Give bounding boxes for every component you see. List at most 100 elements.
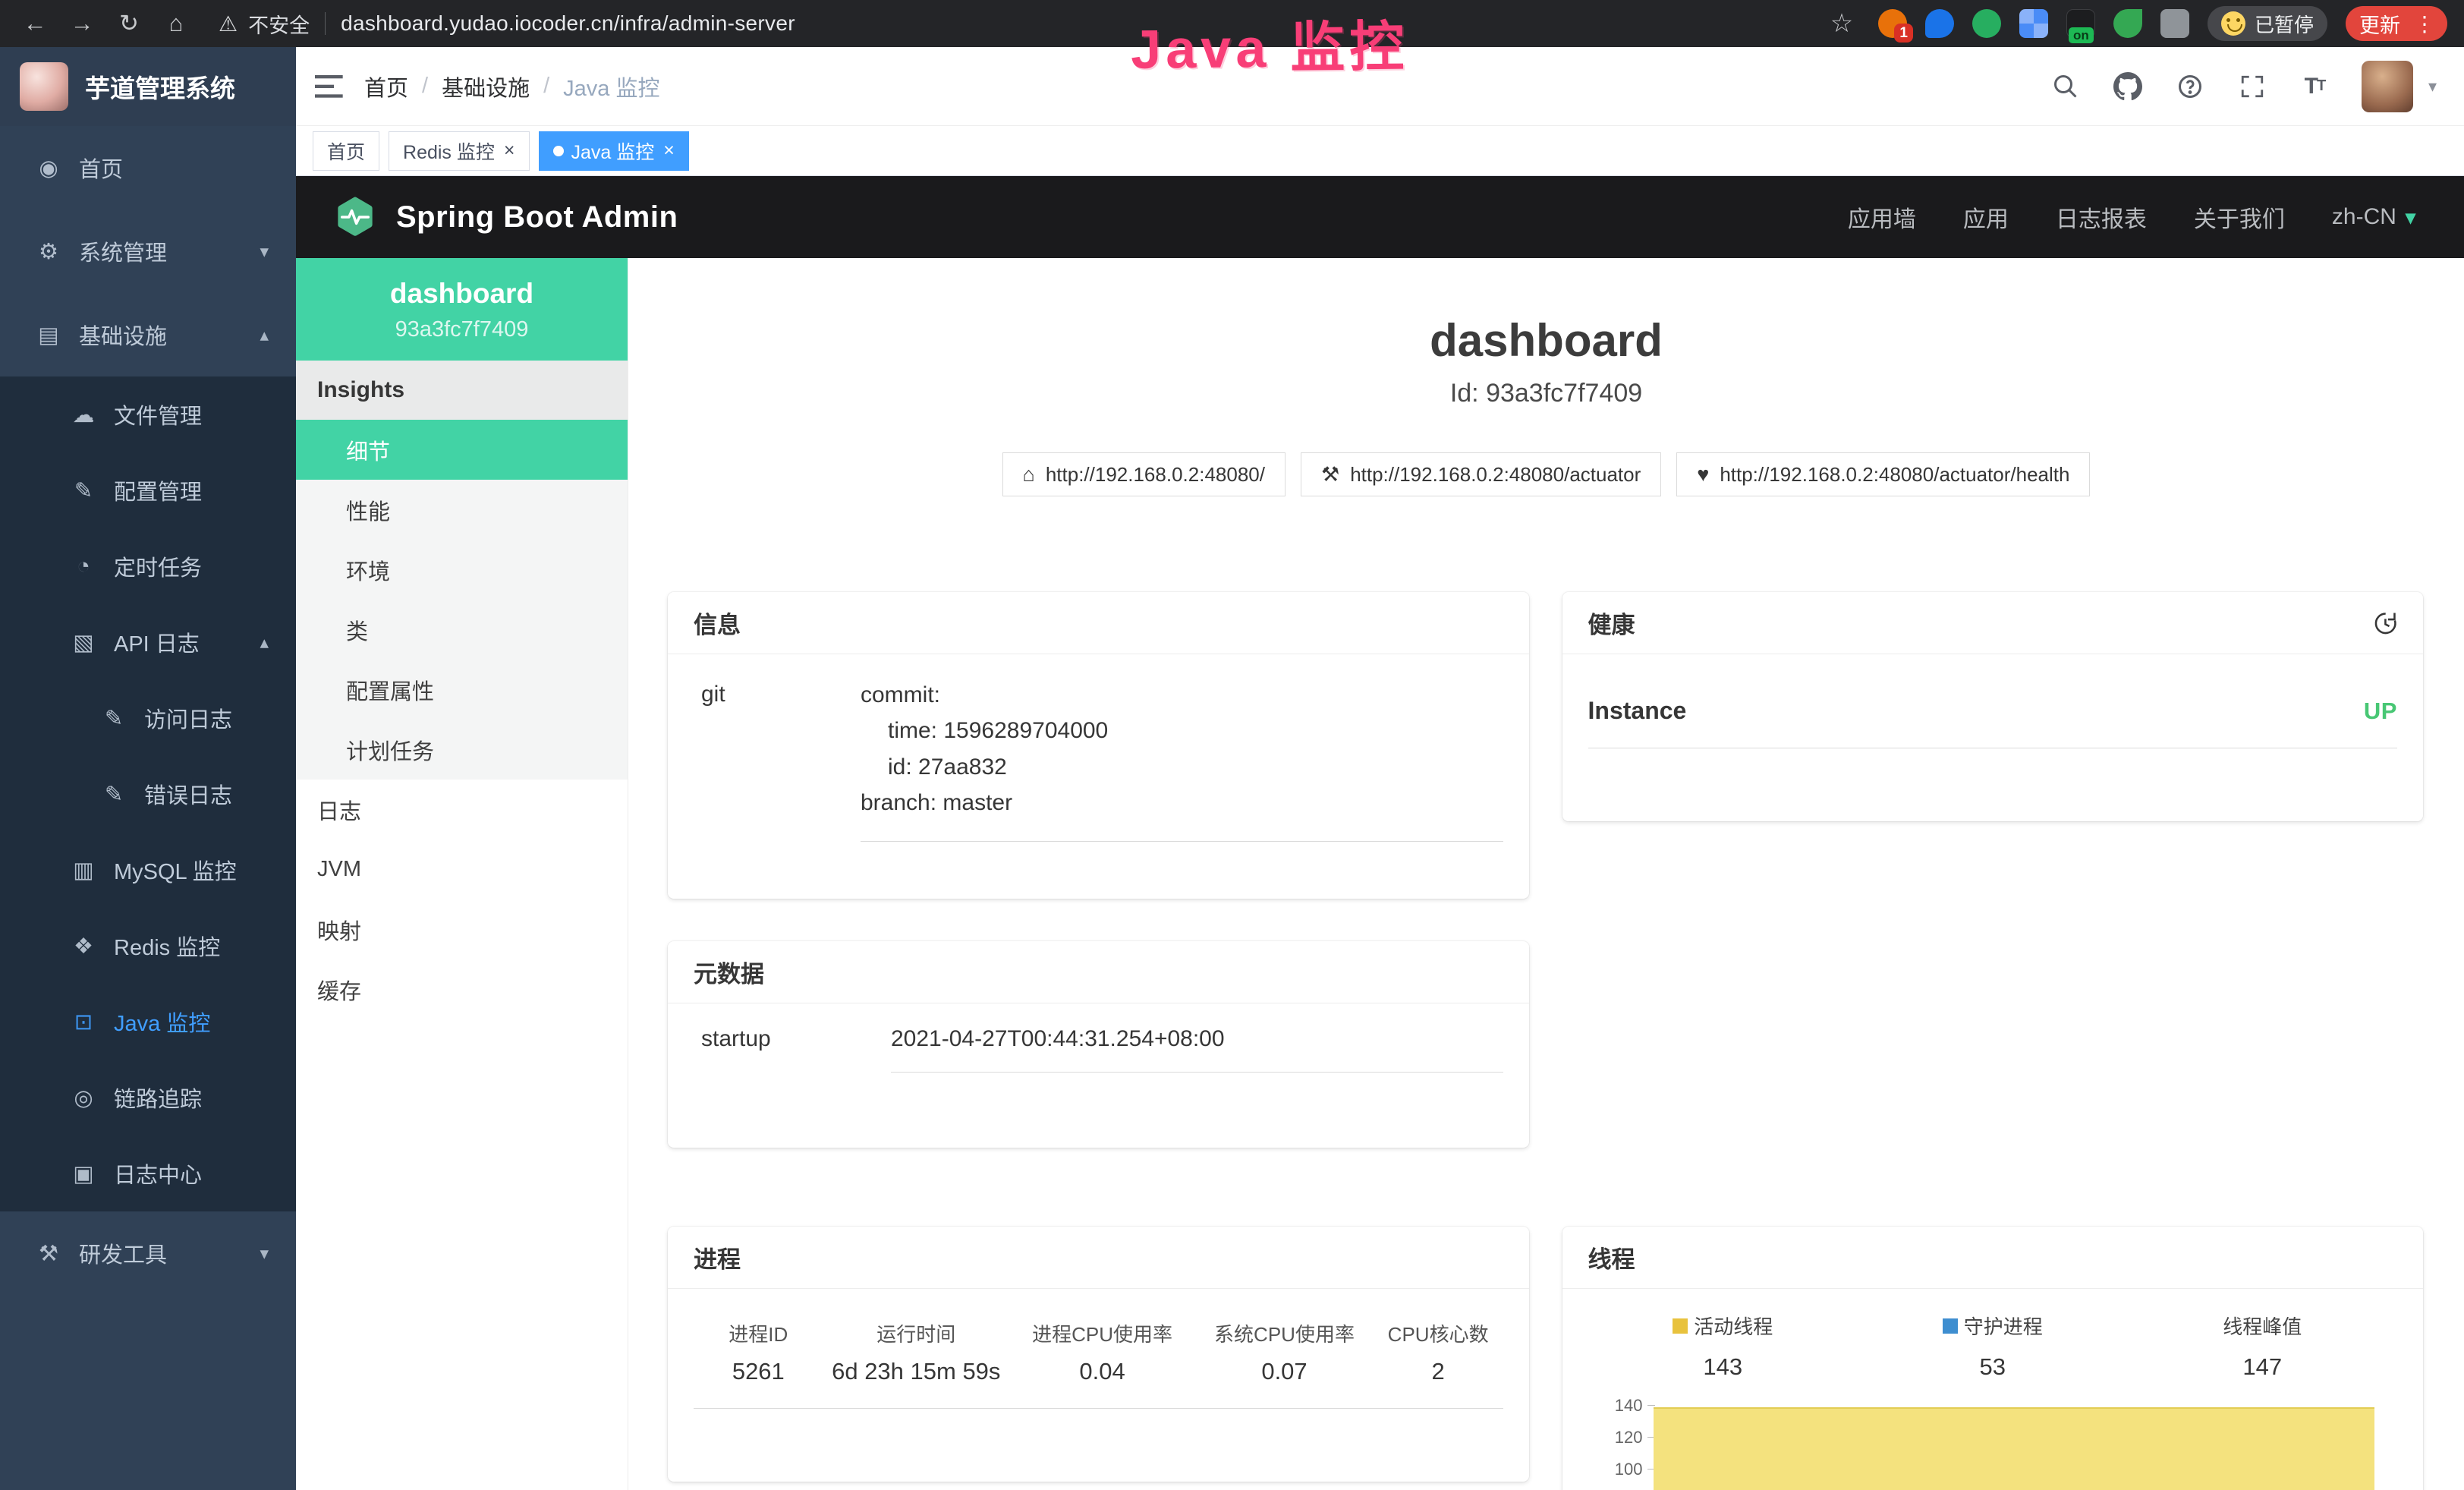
database-icon: ▥ [70,857,97,884]
y-tick: 120 [1615,1429,1643,1461]
sidebar-item-error-log[interactable]: ✎错误日志 [0,756,296,832]
sidebar-item-config[interactable]: ✎配置管理 [0,452,296,528]
sba-brand[interactable]: Spring Boot Admin [334,196,678,238]
sidebar-item-redis[interactable]: ❖Redis 监控 [0,908,296,984]
avatar-caret-icon[interactable]: ▾ [2428,77,2437,96]
sidebar-item-file[interactable]: ☁文件管理 [0,376,296,452]
sidebar-item-devtools[interactable]: ⚒研发工具▾ [0,1211,296,1295]
home-icon: ⌂ [1023,463,1035,487]
tab-java-monitor[interactable]: Java 监控× [539,131,689,171]
heart-icon: ♥ [1697,463,1709,487]
close-icon[interactable]: × [504,141,515,160]
sba-nav-about[interactable]: 关于我们 [2194,200,2285,234]
legend-label: 线程峰值 [2223,1312,2302,1340]
sba-item-metrics[interactable]: 性能 [296,480,628,540]
cloud-upload-icon: ☁ [70,402,97,428]
sidebar-item-job[interactable]: ◔定时任务 [0,528,296,604]
sba-item-environment[interactable]: 环境 [296,540,628,600]
breadcrumb-section[interactable]: 基础设施 [442,71,530,102]
sba-nav-applications[interactable]: 应用 [1963,200,2009,234]
actuator-url-link[interactable]: ⚒http://192.168.0.2:48080/actuator [1301,452,1661,496]
extension-icon-dark[interactable]: on [2066,9,2095,38]
sba-item-scheduled-tasks[interactable]: 计划任务 [296,720,628,780]
extension-icon-puzzle[interactable] [2160,9,2189,38]
breadcrumb-home[interactable]: 首页 [364,71,408,102]
cards-left-column: 信息 git commit: time: 1596289704000 id: 2… [668,592,1529,1482]
tab-home[interactable]: 首页 [313,131,379,171]
card-header: 健康 [1562,592,2424,654]
url-text[interactable]: dashboard.yudao.iocoder.cn/infra/admin-s… [341,11,795,36]
hamburger-icon[interactable] [296,47,364,126]
sidebar-item-infra[interactable]: ▤基础设施▴ [0,293,296,376]
service-url-link[interactable]: ⌂http://192.168.0.2:48080/ [1002,452,1285,496]
locale-label: zh-CN [2332,204,2396,230]
font-size-icon[interactable]: TT [2299,71,2330,102]
address-bar[interactable]: ⚠ 不安全 dashboard.yudao.iocoder.cn/infra/a… [219,9,795,39]
extension-icon-leaf[interactable] [2113,9,2142,38]
sidebar-item-mysql[interactable]: ▥MySQL 监控 [0,832,296,908]
reload-icon[interactable]: ↻ [111,5,147,42]
extension-icon-drop[interactable] [1925,9,1954,38]
legend-swatch-blue [1943,1318,1958,1334]
sba-item-jvm[interactable]: JVM [296,840,628,899]
extension-icon-green-circle[interactable] [1972,9,2001,38]
menu-label: 配置管理 [114,474,202,506]
forward-icon[interactable]: → [64,5,100,42]
sidebar-item-home[interactable]: ◉首页 [0,126,296,209]
update-button[interactable]: 更新 ⋮ [2346,6,2447,41]
breadcrumb-separator: / [422,74,428,99]
bookmark-star-icon[interactable]: ☆ [1824,5,1860,42]
help-icon[interactable] [2175,71,2205,102]
sba-logo-icon [334,196,376,238]
health-instance-row[interactable]: Instance UP [1588,677,2398,748]
sba-nav-journal[interactable]: 日志报表 [2056,200,2147,234]
sidebar-item-api-log[interactable]: ▧API 日志▴ [0,604,296,680]
sba-item-caches[interactable]: 缓存 [296,959,628,1019]
home-icon[interactable]: ⌂ [158,5,194,42]
sidebar-item-system[interactable]: ⚙系统管理▾ [0,209,296,293]
sba-item-mappings[interactable]: 映射 [296,899,628,959]
process-table-header: 进程ID 运行时间 进程CPU使用率 系统CPU使用率 CPU核心数 [694,1312,1503,1358]
sidebar-item-java[interactable]: ⊡Java 监控 [0,984,296,1060]
sba-item-classes[interactable]: 类 [296,600,628,660]
sba-nav-wallboard[interactable]: 应用墙 [1848,200,1916,234]
fullscreen-icon[interactable] [2237,71,2267,102]
address-divider [325,12,326,35]
process-card: 进程 进程ID 运行时间 进程CPU使用率 系统CPU使用率 CPU核心数 52… [668,1227,1529,1482]
chevron-down-icon: ▾ [260,1243,269,1264]
dashboard-icon: ◉ [35,155,62,181]
user-avatar[interactable] [2362,61,2413,112]
y-tick: 100 [1615,1461,1643,1490]
info-line: id: 27aa832 [861,749,1503,785]
chart-y-axis: 140 120 100 [1588,1397,1652,1490]
sba-item-config-props[interactable]: 配置属性 [296,660,628,720]
sidebar-item-log-center[interactable]: ▣日志中心 [0,1136,296,1211]
sidebar-item-access-log[interactable]: ✎访问日志 [0,680,296,756]
instance-header[interactable]: dashboard 93a3fc7f7409 [296,258,628,361]
card-body: 进程ID 运行时间 进程CPU使用率 系统CPU使用率 CPU核心数 5261 … [668,1289,1529,1432]
back-icon[interactable]: ← [17,5,53,42]
health-url-link[interactable]: ♥http://192.168.0.2:48080/actuator/healt… [1676,452,2090,496]
extension-icon-orange[interactable]: 1 [1878,9,1907,38]
sba-item-details[interactable]: 细节 [296,420,628,480]
extension-icon-grid[interactable] [2019,9,2048,38]
menu-label: 链路追踪 [114,1082,202,1114]
sidebar-item-trace[interactable]: ◎链路追踪 [0,1060,296,1136]
status-badge: UP [2364,698,2397,725]
card-header: 信息 [668,592,1529,654]
sba-locale-select[interactable]: zh-CN ▾ [2332,204,2415,230]
history-icon[interactable] [2371,610,2397,636]
tags-view-bar: 首页 Redis 监控× Java 监控× [296,126,2464,176]
menu-label: 系统管理 [79,235,167,267]
sba-item-logs[interactable]: 日志 [296,780,628,840]
search-icon[interactable] [2050,71,2081,102]
browser-menu-icon[interactable]: ⋮ [2409,11,2440,36]
close-icon[interactable]: × [663,141,675,160]
app-logo[interactable]: 芋道管理系统 [0,47,296,126]
card-header: 线程 [1562,1227,2424,1289]
profile-paused-badge[interactable]: 已暂停 [2208,6,2327,41]
github-icon[interactable] [2113,71,2143,102]
live-threads-area [1654,1407,2375,1490]
tab-redis-monitor[interactable]: Redis 监控× [389,131,529,171]
link-label: http://192.168.0.2:48080/actuator [1350,463,1641,487]
